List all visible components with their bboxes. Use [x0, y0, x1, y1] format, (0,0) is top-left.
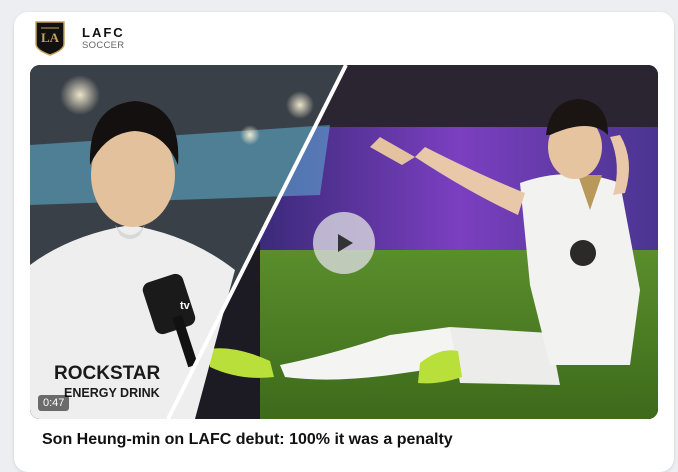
team-name[interactable]: LAFC [82, 25, 125, 40]
play-button[interactable] [313, 212, 375, 274]
svg-text:LA: LA [41, 30, 60, 45]
card-header: LA LAFC SOCCER [34, 20, 125, 56]
video-duration: 0:47 [38, 395, 70, 411]
news-card: LA LAFC SOCCER tv ROCKSTAR ENERGY DRINK … [14, 12, 674, 472]
team-category: SOCCER [82, 39, 125, 51]
sponsor-line2: ENERGY DRINK [64, 386, 160, 400]
mic-brand-label: tv [180, 300, 191, 312]
video-thumbnail[interactable]: tv ROCKSTAR ENERGY DRINK 0:47 [30, 65, 658, 419]
lafc-crest-icon[interactable]: LA [34, 20, 66, 56]
post-headline[interactable]: Son Heung-min on LAFC debut: 100% it was… [42, 431, 453, 449]
sponsor-line1: ROCKSTAR [54, 363, 161, 384]
play-icon [338, 234, 353, 252]
